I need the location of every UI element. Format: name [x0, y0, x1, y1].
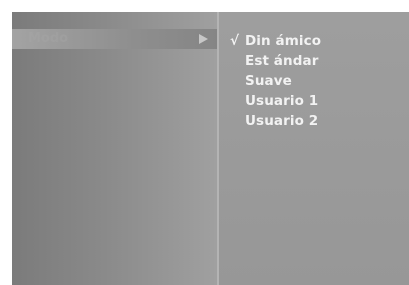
option-usuario-2[interactable]: Usuario 2 — [219, 113, 409, 131]
option-label: Usuario 1 — [245, 93, 319, 109]
option-suave[interactable]: Suave — [219, 73, 409, 91]
option-label: Din ámico — [245, 33, 322, 49]
arrow-right-icon — [199, 34, 208, 44]
option-label: Suave — [245, 73, 292, 89]
osd-menu: Modo √ Din ámico Est ándar Suave Usuario… — [12, 12, 409, 285]
option-dinamico[interactable]: √ Din ámico — [219, 33, 409, 51]
option-label: Usuario 2 — [245, 113, 319, 129]
option-label: Est ándar — [245, 53, 319, 69]
main-menu-item-selected[interactable]: Modo — [12, 29, 217, 49]
main-menu-panel: Modo — [12, 12, 217, 285]
submenu-panel: √ Din ámico Est ándar Suave Usuario 1 Us… — [219, 12, 409, 285]
option-usuario-1[interactable]: Usuario 1 — [219, 93, 409, 111]
option-estandar[interactable]: Est ándar — [219, 53, 409, 71]
check-mark-icon: √ — [230, 33, 240, 49]
main-menu-item-label: Modo — [28, 31, 69, 46]
